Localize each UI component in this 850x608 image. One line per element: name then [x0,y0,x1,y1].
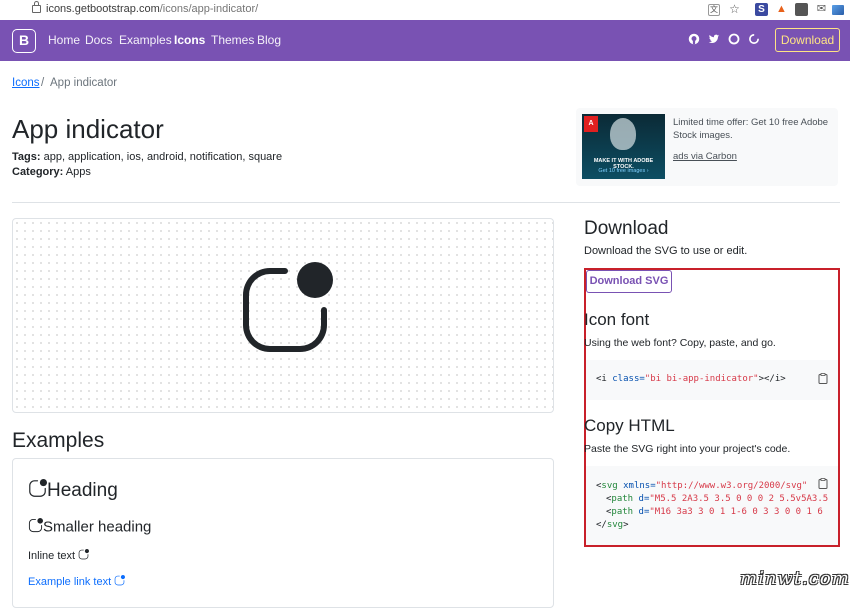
nav-themes[interactable]: Themes [211,33,254,47]
divider [12,202,840,203]
examples-heading: Examples [12,429,105,452]
example-heading-text: Heading [47,480,118,502]
camera-extension-icon[interactable] [795,3,808,16]
opencollective-icon[interactable] [727,33,741,47]
lock-icon [32,1,41,13]
nav-icons[interactable]: Icons [174,33,205,47]
category-value: Apps [65,166,91,178]
twitter-icon[interactable] [707,33,721,47]
ad-image[interactable]: A MAKE IT WITH ADOBE STOCK. Get 10 free … [582,114,665,179]
app-indicator-icon [243,262,333,352]
category-line: Category: Apps [12,166,91,178]
category-label: Category: [12,166,64,178]
star-icon[interactable]: ☆ [728,3,741,16]
nav-home[interactable]: Home [48,33,80,47]
clipboard-icon[interactable] [818,478,828,489]
adobe-logo-icon: A [584,116,598,132]
download-heading: Download [584,218,669,239]
code-line: </svg> [596,520,629,530]
tags-label: Tags: [12,151,41,163]
app-indicator-icon [28,518,43,533]
icon-font-heading: Icon font [584,310,650,329]
s-extension-icon[interactable]: S [755,3,768,16]
github-icon[interactable] [687,33,701,47]
nav-docs[interactable]: Docs [85,33,112,47]
breadcrumb-icons-link[interactable]: Icons [12,77,40,89]
clipboard-icon[interactable] [818,373,828,384]
browser-address-bar: icons.getbootstrap.com/icons/app-indicat… [0,0,850,21]
app-indicator-icon [29,479,47,497]
code-line: <svg xmlns="http://www.w3.org/2000/svg" [596,481,808,491]
example-inline-text-label: Inline text [28,549,76,562]
icon-font-code: <i class="bi bi-app-indicator"></i> [596,374,786,384]
icon-font-description: Using the web font? Copy, paste, and go. [584,337,776,349]
example-heading: Heading [28,479,118,502]
download-svg-button[interactable]: Download SVG [586,270,672,293]
copy-html-heading: Copy HTML [584,416,675,435]
example-smaller-heading-text: Smaller heading [43,518,152,536]
screen-icon[interactable] [832,5,844,15]
code-line: <path d="M16 3a3 3 0 1 1-6 0 3 3 0 0 1 6 [606,507,823,517]
nav-examples[interactable]: Examples [119,33,172,47]
tags-line: Tags: app, application, ios, android, no… [12,151,282,163]
bootstrap-logo[interactable]: B [12,29,36,53]
watermark: minwt.com [740,568,850,589]
breadcrumb-current: App indicator [50,77,118,89]
carbon-ad: A MAKE IT WITH ADOBE STOCK. Get 10 free … [576,108,838,186]
slack-icon[interactable] [747,33,761,47]
example-smaller-heading: Smaller heading [28,518,151,536]
ad-image-cta: Get 10 free images › [598,168,649,174]
ad-portrait [610,118,636,150]
navbar: B Home Docs Examples Icons Themes Blog D… [0,20,850,61]
url-field[interactable]: icons.getbootstrap.com/icons/app-indicat… [46,3,258,15]
translate-icon[interactable]: 文 [708,4,720,16]
navbar-download-button[interactable]: Download [775,28,840,52]
download-description: Download the SVG to use or edit. [584,245,748,257]
app-indicator-icon [78,549,90,560]
example-inline-text: Inline text [28,549,90,562]
tags-value: app, application, ios, android, notifica… [43,151,283,163]
copy-html-description: Paste the SVG right into your project's … [584,443,791,455]
icon-font-code-block: <i class="bi bi-app-indicator"></i> [586,360,838,400]
breadcrumb-separator: / [41,77,45,89]
example-link[interactable]: Example link text [28,575,126,588]
nav-blog[interactable]: Blog [257,33,281,47]
example-link-text[interactable]: Example link text [28,576,111,588]
ad-via-link[interactable]: ads via Carbon [673,151,737,162]
mail-icon[interactable]: ✉ [815,3,828,16]
flame-extension-icon[interactable]: ▲ [775,3,788,16]
app-indicator-icon [114,575,126,586]
ad-text[interactable]: Limited time offer: Get 10 free Adobe St… [673,116,833,142]
code-line: <path d="M5.5 2A3.5 3.5 0 0 0 2 5.5v5A3.… [606,494,829,504]
page-title: App indicator [12,114,164,144]
copy-html-code-block: <svg xmlns="http://www.w3.org/2000/svg" … [586,466,838,545]
